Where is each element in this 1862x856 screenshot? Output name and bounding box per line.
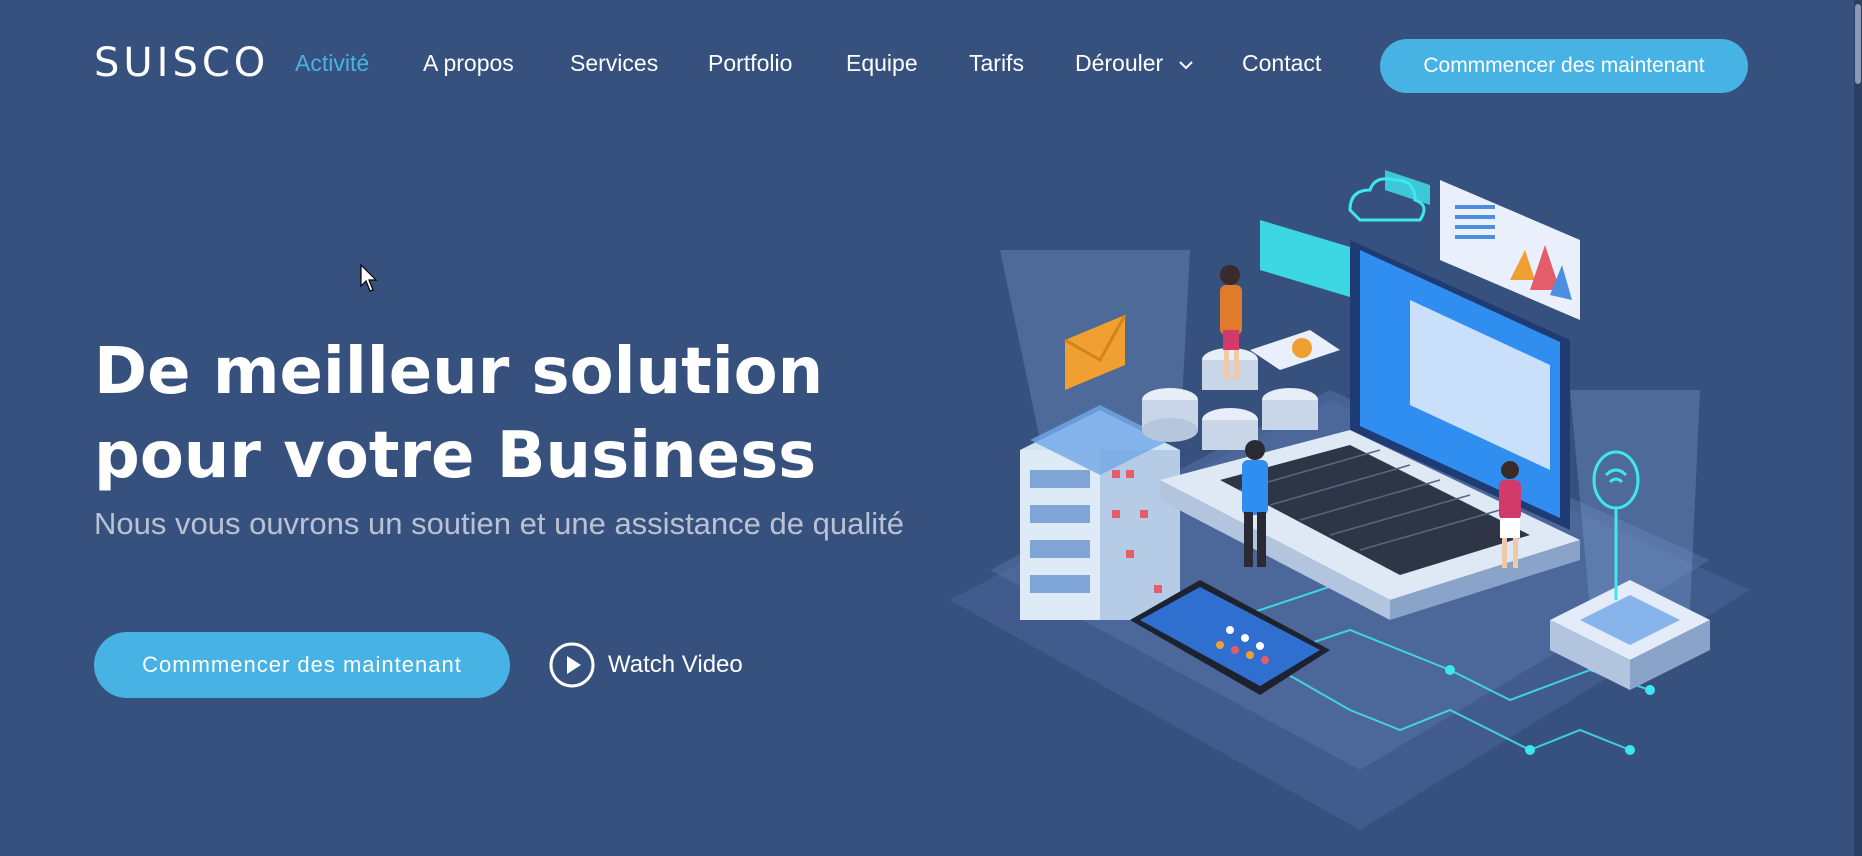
get-started-hero-button[interactable]: Commmencer des maintenant — [94, 632, 510, 698]
nav-item-contact[interactable]: Contact — [1242, 50, 1321, 77]
hero-title-line-2: pour votre Business — [94, 419, 817, 493]
play-circle-icon — [549, 642, 595, 688]
hero-subtitle: Nous vous ouvrons un soutien et une assi… — [94, 506, 904, 541]
logo[interactable]: SUISCO — [94, 40, 269, 86]
hero-illustration — [950, 170, 1750, 830]
nav-item-equipe[interactable]: Equipe — [846, 50, 918, 77]
site-header: SUISCO Activité A propos Services Portfo… — [0, 0, 1862, 132]
chevron-down-icon — [1178, 61, 1193, 70]
nav-item-derouler-label: Dérouler — [1075, 50, 1164, 76]
nav-dropdown-derouler[interactable]: Dérouler — [1075, 50, 1194, 77]
get-started-header-button[interactable]: Commmencer des maintenant — [1380, 39, 1748, 93]
nav-item-activite[interactable]: Activité — [295, 50, 369, 77]
mouse-cursor — [360, 264, 378, 292]
hero-title-line-1: De meilleur solution — [94, 335, 824, 409]
scrollbar-thumb[interactable] — [1855, 4, 1861, 84]
nav-item-tarifs[interactable]: Tarifs — [969, 50, 1024, 77]
hero-title: De meilleur solution pour votre Business — [94, 330, 914, 498]
nav-item-services[interactable]: Services — [570, 50, 658, 77]
scrollbar[interactable] — [1854, 0, 1862, 856]
nav-item-portfolio[interactable]: Portfolio — [708, 50, 792, 77]
watch-video-button[interactable]: Watch Video — [548, 640, 743, 690]
watch-video-label: Watch Video — [608, 651, 743, 678]
nav-item-a-propos[interactable]: A propos — [423, 50, 514, 77]
